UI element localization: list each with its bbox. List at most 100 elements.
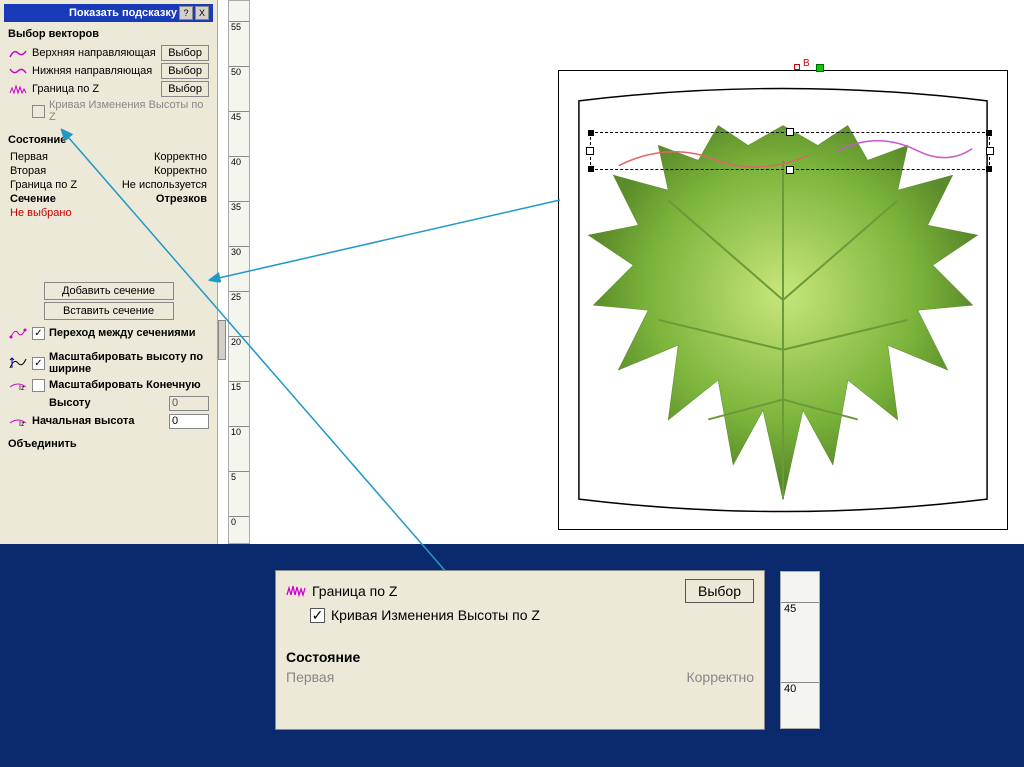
state-k2: Вторая xyxy=(10,165,46,177)
state-v3: Не используется xyxy=(122,179,207,191)
origin-marker: B xyxy=(803,58,810,69)
side-panel: Показать подсказку ? X Выбор векторов Ве… xyxy=(0,0,218,544)
transition-label: Переход между сечениями xyxy=(49,327,209,339)
scale-height-input xyxy=(169,396,209,411)
state-title: Состояние xyxy=(8,134,213,146)
z-boundary-icon xyxy=(286,583,306,600)
selection-box[interactable] xyxy=(590,132,990,170)
zoom-tick-45: 45 xyxy=(781,602,819,615)
panel-splitter[interactable] xyxy=(218,320,226,360)
start-height-input[interactable] xyxy=(169,414,209,429)
tick-10: 10 xyxy=(229,426,249,437)
scale-width-checkbox[interactable]: ✓ xyxy=(32,357,45,370)
zoom-z-row: Граница по Z Выбор xyxy=(282,577,758,605)
sel-handle-ne[interactable] xyxy=(986,130,992,136)
state-row-1: Первая Корректно xyxy=(4,150,213,164)
scale-width-row: ✓ Масштабировать высоту по ширине xyxy=(4,350,213,376)
scale-width-icon xyxy=(8,356,28,370)
state-v2: Корректно xyxy=(154,165,207,177)
z-curve-checkbox[interactable] xyxy=(32,105,45,118)
tick-0: 0 xyxy=(229,516,249,527)
zoom-z-select[interactable]: Выбор xyxy=(685,579,754,603)
state-row-5: Не выбрано xyxy=(4,206,213,220)
vector-top-label: Верхняя направляющая xyxy=(32,47,157,59)
state-row-2: Вторая Корректно xyxy=(4,164,213,178)
scale-final-label: Масштабировать Конечную xyxy=(49,379,209,391)
tick-30: 30 xyxy=(229,246,249,257)
scale-final-row: Iz Масштабировать Конечную xyxy=(4,376,213,394)
vector-row-z: Граница по Z Выбор xyxy=(4,80,213,98)
state-v4: Отрезков xyxy=(156,193,207,205)
state-k1: Первая xyxy=(10,151,48,163)
origin-handle-green[interactable] xyxy=(816,64,824,72)
state-row-3: Граница по Z Не используется xyxy=(4,178,213,192)
vector-top-select[interactable]: Выбор xyxy=(161,45,209,61)
sel-handle-e[interactable] xyxy=(986,147,994,155)
vector-row-bottom: Нижняя направляющая Выбор xyxy=(4,62,213,80)
zoom-state-k: Первая xyxy=(286,669,334,685)
z-boundary-icon xyxy=(8,82,28,96)
sel-handle-w[interactable] xyxy=(586,147,594,155)
sel-handle-s[interactable] xyxy=(786,166,794,174)
vertical-ruler: 55 50 45 40 35 30 25 20 15 10 5 0 xyxy=(228,0,250,544)
svg-text:Iz: Iz xyxy=(19,421,25,427)
vectors-title: Выбор векторов xyxy=(8,28,213,40)
sel-handle-sw[interactable] xyxy=(588,166,594,172)
tick-45: 45 xyxy=(229,111,249,122)
scale-width-label: Масштабировать высоту по ширине xyxy=(49,351,209,375)
tick-55: 55 xyxy=(229,21,249,32)
zoom-ruler: 45 40 xyxy=(780,571,820,729)
zoom-detail-panel: Граница по Z Выбор ✓ Кривая Изменения Вы… xyxy=(275,570,765,730)
vector-z-label: Граница по Z xyxy=(32,83,157,95)
canvas-area[interactable]: 55 50 45 40 35 30 25 20 15 10 5 0 B xyxy=(218,0,1024,544)
state-row-4: Сечение Отрезков xyxy=(4,192,213,206)
zoom-tick-40: 40 xyxy=(781,682,819,695)
close-button[interactable]: X xyxy=(195,6,209,20)
transition-checkbox[interactable]: ✓ xyxy=(32,327,45,340)
hint-bar: Показать подсказку ? X xyxy=(4,4,213,22)
help-button[interactable]: ? xyxy=(179,6,193,20)
tick-20: 20 xyxy=(229,336,249,347)
state-k4: Сечение xyxy=(10,193,56,205)
scale-height-label: Высоту xyxy=(49,397,165,409)
start-height-icon: Iz xyxy=(8,414,28,428)
start-height-row: Iz Начальная высота xyxy=(4,412,213,430)
scale-final-icon: Iz xyxy=(8,378,28,392)
tick-35: 35 xyxy=(229,201,249,212)
transition-icon xyxy=(8,326,28,340)
vector-row-top: Верхняя направляющая Выбор xyxy=(4,44,213,62)
state-v1: Корректно xyxy=(154,151,207,163)
combine-title: Объединить xyxy=(8,438,213,450)
sel-handle-n[interactable] xyxy=(786,128,794,136)
hint-label: Показать подсказку xyxy=(8,7,177,19)
zoom-state-title: Состояние xyxy=(282,647,758,667)
tick-50: 50 xyxy=(229,66,249,77)
zoom-curve-row: ✓ Кривая Изменения Высоты по Z xyxy=(282,605,758,625)
tick-40: 40 xyxy=(229,156,249,167)
scale-final-checkbox[interactable] xyxy=(32,379,45,392)
zoom-state-v: Корректно xyxy=(686,669,754,685)
scale-height-row: Высоту xyxy=(4,394,213,412)
z-curve-row: Кривая Изменения Высоты по Z xyxy=(4,98,213,124)
transition-row: ✓ Переход между сечениями xyxy=(4,324,213,342)
app-window: Показать подсказку ? X Выбор векторов Ве… xyxy=(0,0,1024,544)
curve-bottom-icon xyxy=(8,64,28,78)
tick-5: 5 xyxy=(229,471,249,482)
z-curve-label: Кривая Изменения Высоты по Z xyxy=(49,99,209,123)
vector-bottom-label: Нижняя направляющая xyxy=(32,65,157,77)
state-k5: Не выбрано xyxy=(10,207,72,219)
curve-top-icon xyxy=(8,46,28,60)
zoom-z-label: Граница по Z xyxy=(312,583,397,599)
sel-handle-se[interactable] xyxy=(986,166,992,172)
insert-section-button[interactable]: Вставить сечение xyxy=(44,302,174,320)
origin-handle-red[interactable] xyxy=(794,64,800,70)
sel-handle-nw[interactable] xyxy=(588,130,594,136)
vector-bottom-select[interactable]: Выбор xyxy=(161,63,209,79)
add-section-button[interactable]: Добавить сечение xyxy=(44,282,174,300)
vector-z-select[interactable]: Выбор xyxy=(161,81,209,97)
zoom-state-row: Первая Корректно xyxy=(282,667,758,687)
spacer-icon xyxy=(8,104,28,118)
zoom-curve-checkbox[interactable]: ✓ xyxy=(310,608,325,623)
state-k3: Граница по Z xyxy=(10,179,77,191)
zoom-curve-label: Кривая Изменения Высоты по Z xyxy=(331,607,540,623)
